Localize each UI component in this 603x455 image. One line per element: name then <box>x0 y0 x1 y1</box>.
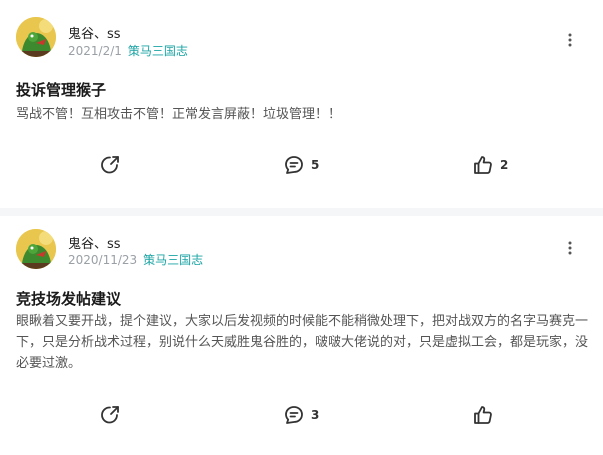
post-divider <box>0 208 603 216</box>
share-button[interactable] <box>99 153 121 177</box>
share-icon <box>99 154 121 176</box>
avatar[interactable] <box>16 229 56 269</box>
like-button[interactable] <box>472 403 500 427</box>
comment-count: 5 <box>311 158 320 172</box>
comment-icon <box>283 154 305 176</box>
thumbs-up-icon <box>472 154 494 176</box>
avatar[interactable] <box>16 17 56 57</box>
more-vertical-icon[interactable] <box>562 239 578 257</box>
post-title[interactable]: 竞技场发帖建议 <box>16 288 121 309</box>
board-link[interactable]: 策马三国志 <box>128 44 188 58</box>
post-feed: 鬼谷、ss 2021/2/1 策马三国志 投诉管理猴子 骂战不管！互相攻击不管！正… <box>0 0 603 455</box>
post-date: 2021/2/1 <box>68 44 122 58</box>
comment-button[interactable]: 5 <box>283 153 319 177</box>
post-date: 2020/11/23 <box>68 253 138 267</box>
author-name[interactable]: 鬼谷、ss <box>68 23 121 42</box>
post-card[interactable]: 鬼谷、ss 2021/2/1 策马三国志 投诉管理猴子 骂战不管！互相攻击不管！正… <box>0 0 603 208</box>
author-name[interactable]: 鬼谷、ss <box>68 233 121 252</box>
post-body[interactable]: 眼瞅着又要开战，提个建议，大家以后发视频的时候能不能稍微处理下，把对战双方的名字… <box>16 311 588 374</box>
post-meta: 2020/11/23 策马三国志 <box>68 251 203 268</box>
comment-count: 3 <box>311 408 320 422</box>
comment-icon <box>283 404 305 426</box>
like-button[interactable]: 2 <box>472 153 508 177</box>
comment-button[interactable]: 3 <box>283 403 319 427</box>
like-count: 2 <box>500 158 509 172</box>
board-link[interactable]: 策马三国志 <box>143 253 203 267</box>
share-icon <box>99 404 121 426</box>
post-title[interactable]: 投诉管理猴子 <box>16 79 106 100</box>
post-meta: 2021/2/1 策马三国志 <box>68 42 188 59</box>
thumbs-up-icon <box>472 404 494 426</box>
more-vertical-icon[interactable] <box>562 31 578 49</box>
share-button[interactable] <box>99 403 121 427</box>
post-body[interactable]: 骂战不管！互相攻击不管！正常发言屏蔽！垃圾管理！！ <box>16 104 588 125</box>
